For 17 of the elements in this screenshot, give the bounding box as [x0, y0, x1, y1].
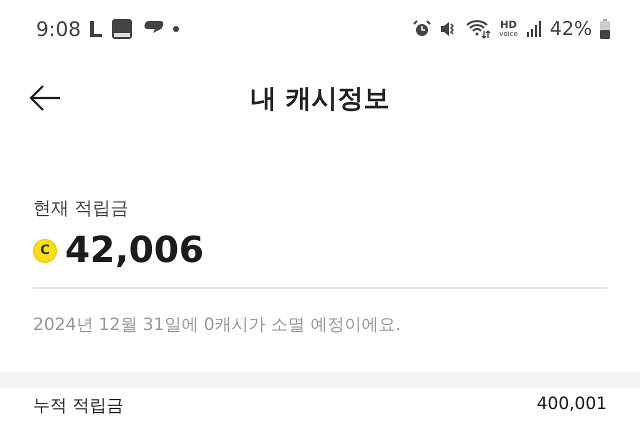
signal-icon [526, 21, 542, 37]
coin-icon: C [33, 238, 57, 262]
status-time: 9:08 [36, 17, 81, 41]
expiry-notice: 2024년 12월 31일에 0캐시가 소멸 예정이에요. [33, 314, 402, 336]
battery-icon [600, 19, 610, 39]
card-app-icon [110, 18, 133, 40]
row-label: 누적 적립금 [33, 395, 124, 417]
dot-icon [172, 26, 179, 32]
hd-label: HD [500, 20, 517, 30]
alarm-icon [413, 20, 432, 38]
app-l-icon [88, 20, 103, 38]
balance-label: 현재 적립금 [33, 197, 130, 220]
balance-amount: 42,006 [65, 230, 204, 271]
wifi-icon [465, 19, 492, 39]
page-title: 내 캐시정보 [250, 84, 390, 114]
row-value: 400,001 [536, 394, 607, 416]
battery-percent: 42% [550, 18, 592, 40]
